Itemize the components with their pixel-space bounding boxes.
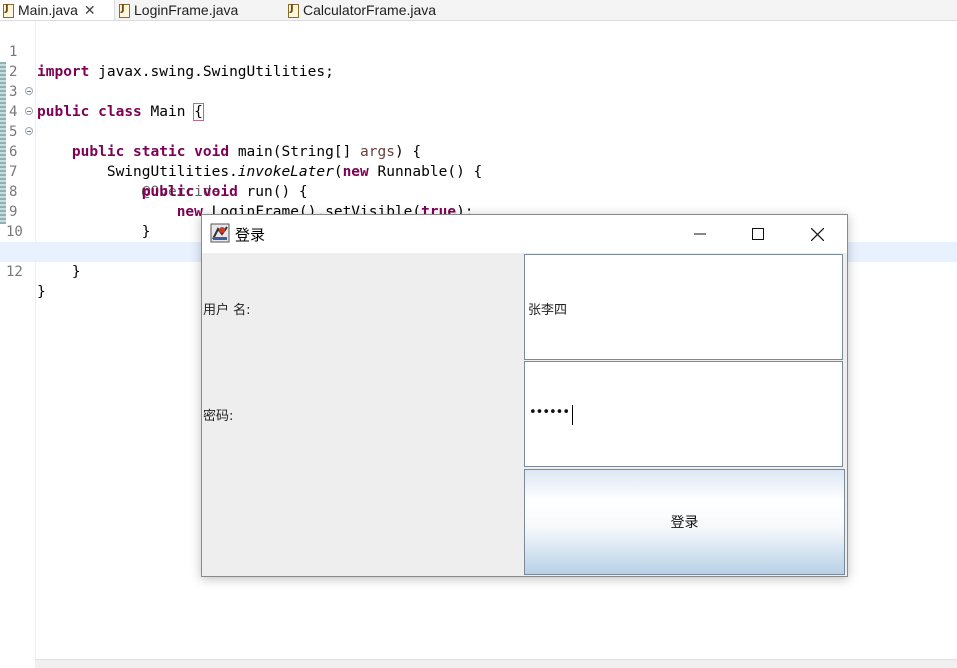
code-line-6[interactable]: 6 @Override: [0, 122, 957, 200]
code-line-7[interactable]: 7 public void run() {: [0, 142, 957, 200]
code-line-8[interactable]: 8 new LoginFrame().setVisible(true);: [0, 162, 957, 220]
close-tab-icon[interactable]: ✕: [84, 2, 96, 19]
code-line-9[interactable]: 9 }: [0, 182, 957, 240]
tab-label: Main.java: [18, 2, 78, 18]
close-button[interactable]: [788, 215, 846, 253]
tab-label: CalculatorFrame.java: [303, 2, 437, 18]
dialog-content: 用户 名: 张李四 密码: •••••• 登录: [202, 253, 847, 576]
tab-label: LoginFrame.java: [134, 2, 239, 18]
tab-calculatorframe-java[interactable]: CalculatorFrame.java: [287, 0, 436, 20]
text-caret: [572, 405, 573, 425]
dialog-title: 登录: [235, 226, 266, 244]
java-app-icon: [210, 223, 230, 243]
tab-main-java[interactable]: Main.java ✕: [0, 0, 115, 20]
password-label: 密码:: [203, 409, 234, 424]
password-field[interactable]: ••••••: [524, 361, 843, 467]
maximize-button[interactable]: [729, 215, 787, 253]
login-dialog: 登录 用户 名: 张李四 密码: •••••• 登录: [201, 214, 848, 577]
minimize-icon: [694, 233, 706, 235]
tab-loginframe-java[interactable]: LoginFrame.java: [118, 0, 238, 20]
code-text: }: [37, 284, 46, 300]
java-file-icon: [2, 3, 14, 18]
java-file-icon: [287, 3, 299, 18]
fold-toggle-icon[interactable]: [25, 87, 33, 95]
login-button[interactable]: 登录: [524, 469, 845, 575]
fold-toggle-icon[interactable]: [25, 107, 33, 115]
maximize-icon: [752, 228, 764, 240]
code-line-4[interactable]: 4 public static void main(String[] args)…: [0, 82, 957, 160]
code-line-5[interactable]: 5 SwingUtilities.invokeLater(new Runnabl…: [0, 102, 957, 180]
close-icon: [810, 227, 824, 241]
dialog-titlebar[interactable]: 登录: [202, 215, 847, 253]
minimize-button[interactable]: [671, 215, 729, 253]
code-line-3[interactable]: 3 public class Main {: [0, 62, 957, 121]
username-field[interactable]: 张李四: [524, 254, 843, 360]
editor-tab-bar: Main.java ✕ LoginFrame.java CalculatorFr…: [0, 0, 957, 21]
code-line-1[interactable]: 1 import javax.swing.SwingUtilities;: [0, 22, 957, 80]
username-value: 张李四: [528, 303, 568, 318]
fold-toggle-icon[interactable]: [25, 127, 33, 135]
username-label: 用户 名:: [203, 303, 251, 318]
java-file-icon: [118, 3, 130, 18]
password-masked-value: ••••••: [529, 405, 570, 420]
line-number: 12: [6, 264, 23, 280]
code-line-2[interactable]: 2: [0, 42, 957, 80]
code-text: }: [37, 264, 81, 280]
